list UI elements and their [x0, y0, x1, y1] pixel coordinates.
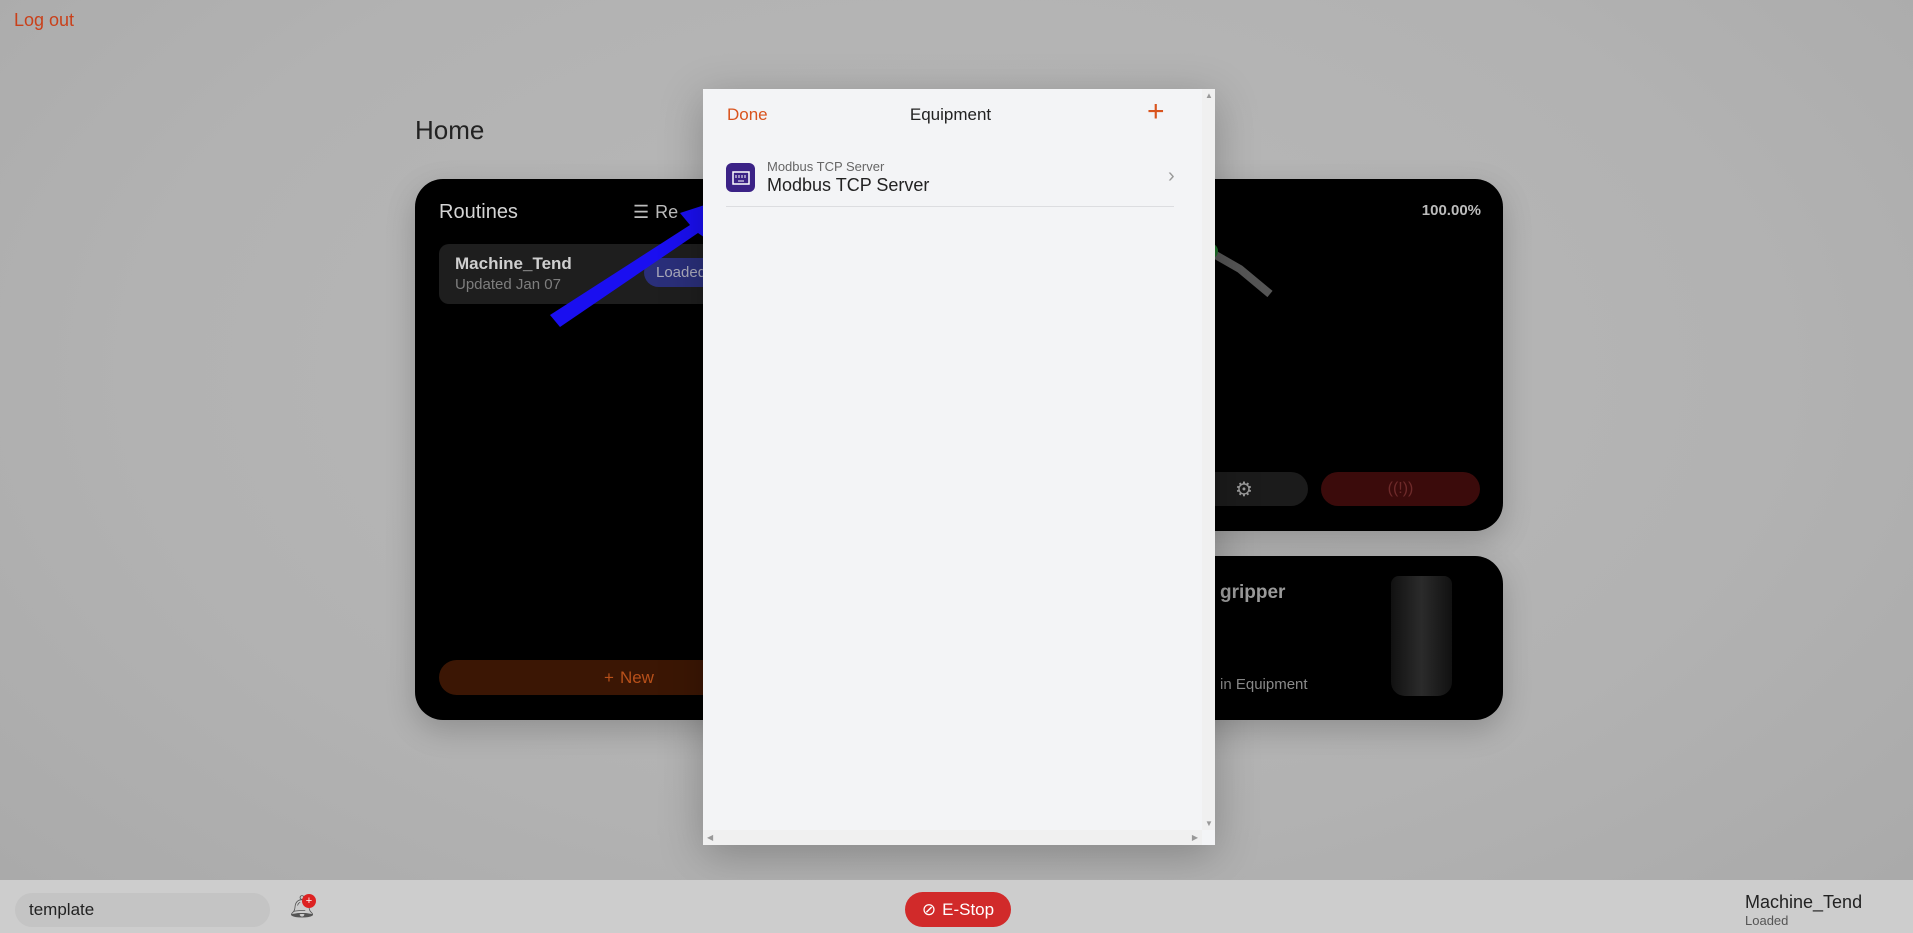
gripper-title: gripper: [1220, 582, 1286, 603]
horizontal-scrollbar[interactable]: ◀ ▶: [703, 830, 1202, 845]
logout-link[interactable]: Log out: [14, 10, 74, 31]
equipment-name: Modbus TCP Server: [767, 175, 930, 195]
speed-readout: 100.00%: [1421, 202, 1481, 219]
gripper-image: [1391, 576, 1452, 696]
notification-badge: +: [302, 894, 316, 908]
active-routine-status: Loaded: [1745, 913, 1789, 928]
equipment-type: Modbus TCP Server: [767, 159, 885, 174]
page-title: Home: [415, 115, 485, 145]
chevron-right-icon: ›: [1168, 165, 1175, 187]
new-label: New: [619, 667, 654, 687]
add-equipment-button[interactable]: +: [1147, 95, 1165, 129]
vertical-scrollbar[interactable]: ▲ ▼: [1202, 89, 1215, 830]
stop-icon: ⊘: [921, 899, 937, 919]
template-input[interactable]: [15, 893, 270, 927]
active-routine-name: Machine_Tend: [1745, 892, 1863, 912]
equipment-modal: Done Equipment + Modbus TCP Server Modbu…: [703, 89, 1215, 845]
ethernet-port-icon: [726, 163, 755, 192]
estop-button[interactable]: ⊘ E-Stop: [905, 892, 1011, 927]
gripper-subtitle: in Equipment: [1220, 676, 1308, 693]
alert-icon: ((!)): [1387, 480, 1414, 497]
estop-label: E-Stop: [942, 899, 995, 919]
equipment-item[interactable]: Modbus TCP Server Modbus TCP Server ›: [726, 159, 1175, 207]
brake-alert-button[interactable]: ((!)): [1321, 472, 1480, 506]
gear-icon: ⚙: [1235, 478, 1253, 501]
routines-title: Routines: [439, 201, 518, 223]
plus-icon: +: [604, 667, 614, 687]
modal-title: Equipment: [909, 105, 992, 124]
footer-bar: 🔔︎ + ⊘E-Stop Machine_Tend Loaded: [0, 880, 1913, 933]
